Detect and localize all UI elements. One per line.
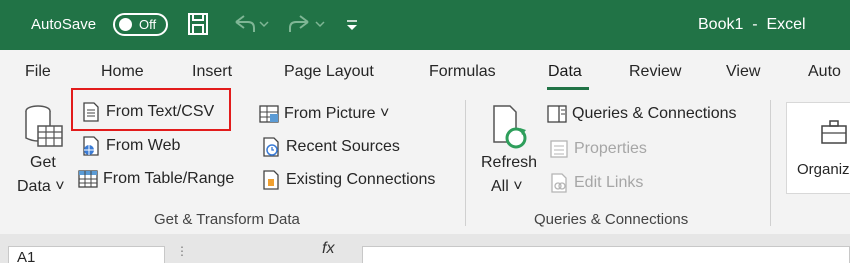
autosave-state: Off [139,17,157,32]
properties-label: Properties [574,140,647,157]
from-table-range-label: From Table/Range [103,170,235,187]
existing-connections-icon [263,170,279,190]
refresh-all-label-1: Refresh [481,154,538,171]
get-transform-group-label: Get & Transform Data [154,211,300,228]
group-separator-2 [770,100,771,226]
get-data-label-2: Data ˅ [17,178,65,195]
briefcase-icon [821,120,847,144]
recent-sources-icon [263,137,279,157]
recent-sources-button[interactable]: Recent Sources [260,136,400,158]
tab-page-layout[interactable]: Page Layout [284,63,374,81]
insert-function-icon[interactable]: fx [322,240,334,258]
tab-data[interactable]: Data [548,63,582,81]
properties-button[interactable]: Properties [548,138,647,160]
existing-connections-button[interactable]: Existing Connections [260,169,435,191]
from-web-label: From Web [106,137,181,154]
title-bar: AutoSave Off Book1 - Excel [0,0,850,50]
formula-bar-grip[interactable]: ⋮ [176,244,188,258]
edit-links-label: Edit Links [574,174,644,191]
queries-connections-button[interactable]: Queries & Connections [546,103,737,125]
picture-table-icon [259,105,279,123]
customize-quick-access-icon[interactable] [344,12,360,36]
refresh-all-button[interactable]: Refresh All ˅ [478,100,540,200]
recent-sources-label: Recent Sources [286,138,400,155]
web-page-icon [83,136,99,156]
save-icon[interactable] [187,12,209,36]
tab-insert[interactable]: Insert [192,63,232,81]
name-box[interactable]: A1 [8,246,165,263]
from-table-range-button[interactable]: From Table/Range [77,168,234,190]
highlight-annotation [71,88,231,131]
window-title: Book1 - Excel [698,16,806,33]
queries-group-label: Queries & Connections [534,211,689,228]
from-picture-button[interactable]: From Picture ˅ [258,103,389,125]
from-picture-label: From Picture ˅ [284,105,390,122]
database-table-icon [25,105,63,147]
name-box-value: A1 [17,249,36,263]
organization-label: Organiz [797,161,850,178]
tab-automate[interactable]: Auto [808,63,841,81]
group-separator [465,100,466,226]
edit-links-button[interactable]: Edit Links [548,172,643,194]
existing-connections-label: Existing Connections [286,171,436,188]
autosave-label: AutoSave [31,16,97,33]
redo-icon[interactable] [286,12,326,36]
autosave-toggle[interactable]: Off [113,13,168,36]
tab-home[interactable]: Home [101,63,144,81]
toggle-knob [119,18,132,31]
edit-links-icon [551,173,567,193]
queries-connections-label: Queries & Connections [572,105,737,122]
formula-input[interactable] [362,246,850,263]
from-web-button[interactable]: From Web [80,135,180,157]
table-icon [78,170,98,188]
active-tab-indicator [547,87,589,90]
properties-icon [550,140,568,158]
queries-pane-icon [547,105,567,123]
tab-review[interactable]: Review [629,63,681,81]
refresh-all-label-2: All ˅ [491,178,523,195]
tab-formulas[interactable]: Formulas [429,63,496,81]
organization-data-type-button[interactable]: Organiz [786,102,850,194]
get-data-label-1: Get [30,154,56,171]
tab-file[interactable]: File [25,63,51,81]
undo-icon[interactable] [230,12,270,36]
formula-bar: A1 ⋮ fx [0,234,850,263]
get-data-button[interactable]: Get Data ˅ [14,100,70,200]
tab-view[interactable]: View [726,63,760,81]
refresh-icon [493,105,527,149]
